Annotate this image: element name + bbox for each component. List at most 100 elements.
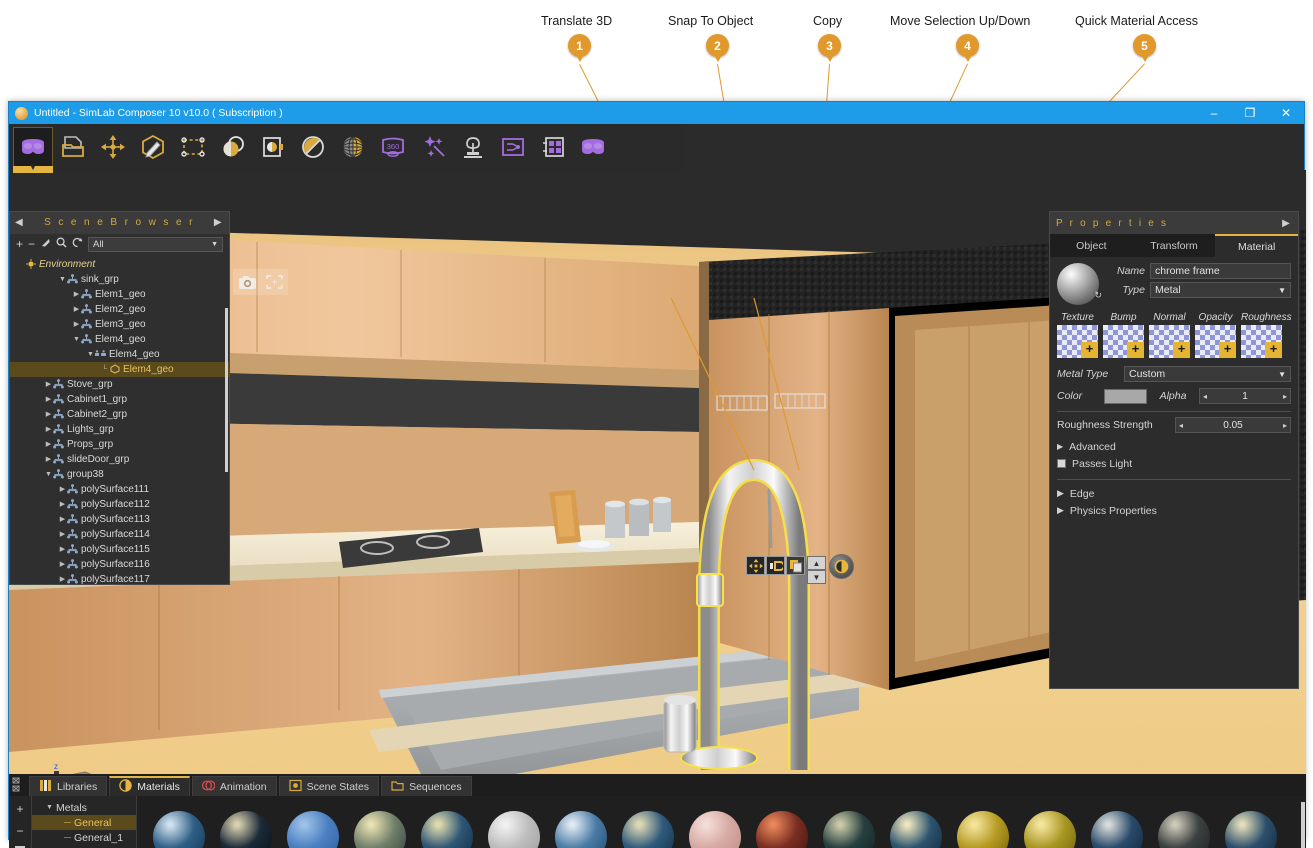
roughness-map-slot[interactable]: Roughness + <box>1241 312 1292 358</box>
chevron-down-icon[interactable]: ▼ <box>1278 370 1286 379</box>
caret-right-icon[interactable]: ▶ <box>58 545 67 553</box>
bottom-tab-animation[interactable]: Animation <box>191 776 277 796</box>
passes-light-row[interactable]: Passes Light <box>1057 455 1291 472</box>
panel-grip-icon[interactable] <box>12 776 26 794</box>
category-row-selected[interactable]: — General <box>32 815 137 830</box>
material-swatch-sphere[interactable] <box>621 810 674 848</box>
scene-tree-row[interactable]: ▶ polySurface114 <box>10 527 229 542</box>
scene-tree-row[interactable]: ▼ group38 <box>10 467 229 482</box>
close-button[interactable]: ✕ <box>1268 102 1304 124</box>
caret-right-icon[interactable]: ▶ <box>58 530 67 538</box>
plus-icon[interactable]: + <box>1081 342 1098 358</box>
translate-3d-button[interactable] <box>746 556 765 575</box>
category-row[interactable]: ▼ Metals <box>32 800 136 815</box>
scene-tree-row[interactable]: Environment <box>10 257 229 272</box>
material-map-slots[interactable]: Texture + Bump + Normal + Opacity + Roughness + <box>1057 312 1292 358</box>
advanced-expander[interactable]: ▶ Advanced <box>1057 438 1291 455</box>
templates-button[interactable] <box>533 127 573 167</box>
vr-view-button[interactable] <box>573 127 613 167</box>
bottom-tab-scene-states[interactable]: Scene States <box>278 776 380 796</box>
snap-to-object-button[interactable] <box>766 556 785 575</box>
map-slot-thumbnail[interactable]: + <box>1103 325 1144 358</box>
gallery-vertical-scrollbar[interactable] <box>1301 802 1305 848</box>
properties-tabs[interactable]: Object Transform Material <box>1050 234 1299 257</box>
material-category-tree[interactable]: ▼Metals—General—General_1—Metallic Paint… <box>31 796 137 848</box>
bump-map-slot[interactable]: Bump + <box>1103 312 1144 358</box>
tree-branch-marker[interactable]: — <box>64 819 74 826</box>
caret-right-icon[interactable]: ▶ <box>44 410 53 418</box>
roughness-strength-spinner[interactable]: ◂ 0.05 ▸ <box>1175 417 1291 433</box>
material-swatch[interactable] <box>547 802 614 848</box>
scene-tree-row-selected[interactable]: └ Elem4_geo <box>10 361 229 377</box>
category-row[interactable]: — General_1 <box>32 830 136 845</box>
properties-tab-transform[interactable]: Transform <box>1133 234 1216 257</box>
bottom-tab-sequences[interactable]: Sequences <box>381 776 472 796</box>
automation-button[interactable] <box>493 127 533 167</box>
passes-light-checkbox[interactable] <box>1057 459 1066 468</box>
material-swatch-sphere[interactable] <box>822 810 875 848</box>
color-swatch[interactable] <box>1104 388 1147 404</box>
minus-icon[interactable]: − <box>28 237 35 251</box>
material-swatch-sphere[interactable] <box>420 810 473 848</box>
properties-tab-object[interactable]: Object <box>1050 234 1133 257</box>
transform-tool-button[interactable] <box>93 127 133 167</box>
scene-tree-row[interactable]: ▶ Lights_grp <box>10 422 229 437</box>
scene-tree-row[interactable]: ▶ Cabinet2_grp <box>10 407 229 422</box>
environment-button[interactable] <box>333 127 373 167</box>
material-button[interactable] <box>293 127 333 167</box>
material-swatch[interactable] <box>145 802 212 848</box>
map-slot-thumbnail[interactable]: + <box>1057 325 1098 358</box>
scene-tree-row[interactable]: ▶ polySurface116 <box>10 557 229 572</box>
material-swatch[interactable] <box>346 802 413 848</box>
alpha-spinner[interactable]: ◂ 1 ▸ <box>1199 388 1291 404</box>
material-swatch-sphere[interactable] <box>956 810 1009 848</box>
scene-filter-combo[interactable]: All ▼ <box>88 236 223 252</box>
caret-down-icon[interactable]: ▼ <box>72 336 81 343</box>
scene-tree-row[interactable]: ▶ Elem1_geo <box>10 287 229 302</box>
material-swatch[interactable] <box>1150 802 1217 848</box>
material-swatch[interactable] <box>748 802 815 848</box>
normal-map-slot[interactable]: Normal + <box>1149 312 1190 358</box>
material-swatch[interactable] <box>614 802 681 848</box>
edge-expander[interactable]: ▶ Edge <box>1057 485 1291 502</box>
bottom-panel-tabs[interactable]: Libraries Materials Animation Scene States S… <box>9 774 1306 796</box>
selection-button[interactable] <box>173 127 213 167</box>
material-library-body[interactable]: +− ▼Metals—General—General_1—Metallic Pa… <box>9 796 1306 848</box>
bottom-dock-panel[interactable]: Libraries Materials Animation Scene States S… <box>9 774 1306 848</box>
caret-right-icon[interactable]: ▶ <box>72 305 81 313</box>
material-swatch[interactable] <box>1016 802 1083 848</box>
camera-icon[interactable] <box>235 271 259 293</box>
catalog-button[interactable] <box>253 127 293 167</box>
material-swatch[interactable] <box>413 802 480 848</box>
map-slot-thumbnail[interactable]: + <box>1241 325 1282 358</box>
caret-down-icon[interactable]: ▼ <box>44 471 53 478</box>
scene-tree-row[interactable]: ▶ slideDoor_grp <box>10 452 229 467</box>
material-swatch-sphere[interactable] <box>1090 810 1143 848</box>
scene-tree-row[interactable]: ▼ sink_grp <box>10 272 229 287</box>
caret-right-icon[interactable]: ▶ <box>58 515 67 523</box>
scatter-button[interactable] <box>453 127 493 167</box>
scene-tree-row[interactable]: ▶ polySurface113 <box>10 512 229 527</box>
material-swatch[interactable] <box>882 802 949 848</box>
caret-right-icon[interactable]: ▶ <box>44 395 53 403</box>
viewport-camera-tools[interactable]: + <box>233 269 288 295</box>
selection-gizmo-toolbar[interactable]: ▲ ▼ <box>746 554 854 584</box>
plus-icon[interactable]: + <box>1173 342 1190 358</box>
material-swatch[interactable] <box>212 802 279 848</box>
material-swatch-sphere[interactable] <box>688 810 741 848</box>
material-swatch-sphere[interactable] <box>1224 810 1277 848</box>
bottom-tab-libraries[interactable]: Libraries <box>29 776 108 796</box>
move-selection-down-button[interactable]: ▼ <box>807 570 826 584</box>
scene-tree-row[interactable]: ▼ Elem4_geo <box>10 347 229 362</box>
maximize-button[interactable]: ❐ <box>1232 102 1268 124</box>
chevron-right-icon[interactable]: ▶ <box>214 217 224 228</box>
caret-right-icon[interactable]: ▶ <box>58 500 67 508</box>
tree-branch-marker[interactable]: — <box>64 834 74 841</box>
scene-tree[interactable]: Environment ▼ sink_grp ▶ Elem1_geo ▶ Elem2_geo… <box>10 255 229 584</box>
material-sphere-preview[interactable] <box>1057 263 1099 305</box>
move-selection-updown-control[interactable]: ▲ ▼ <box>807 556 826 584</box>
material-swatch-sphere[interactable] <box>487 810 540 848</box>
metal-type-combo[interactable]: Custom ▼ <box>1124 366 1291 382</box>
chevron-down-icon[interactable]: ▼ <box>211 241 218 248</box>
scene-tree-row[interactable]: ▶ Props_grp <box>10 437 229 452</box>
